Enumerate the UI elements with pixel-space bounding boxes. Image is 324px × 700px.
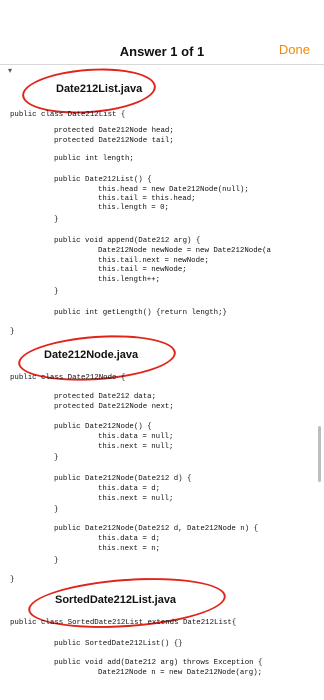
done-button[interactable]: Done bbox=[279, 42, 310, 57]
code-line: } bbox=[54, 454, 59, 462]
code-line: this.data = null; bbox=[98, 433, 174, 441]
code-line: public Date212Node(Date212 d, Date212Nod… bbox=[54, 525, 259, 533]
code-line: public int length; bbox=[54, 155, 134, 163]
code-line: this.tail = this.head; bbox=[98, 195, 196, 203]
code-line: public Date212Node(Date212 d) { bbox=[54, 475, 192, 483]
code-line: this.tail = newNode; bbox=[98, 266, 187, 274]
code-line: this.next = n; bbox=[98, 545, 161, 553]
modal-header: Answer 1 of 1 Done bbox=[0, 0, 324, 64]
code-line: this.length++; bbox=[98, 276, 161, 284]
answer-content: Date212List.java public class Date212Lis… bbox=[0, 64, 324, 700]
code-line: Date212Node n = new Date212Node(arg); bbox=[98, 669, 263, 677]
code-line: protected Date212Node tail; bbox=[54, 137, 174, 145]
code-line: public class SortedDate212List extends D… bbox=[10, 619, 237, 627]
code-line: protected Date212Node next; bbox=[54, 403, 174, 411]
code-line: public SortedDate212List() {} bbox=[54, 640, 183, 648]
code-line: this.data = d; bbox=[98, 485, 161, 493]
code-line: Date212Node newNode = new Date212Node(a bbox=[98, 247, 271, 255]
code-line: public void append(Date212 arg) { bbox=[54, 237, 201, 245]
code-line: this.length = 0; bbox=[98, 204, 169, 212]
code-line: public class Date212List { bbox=[10, 111, 126, 119]
file-name-heading: SortedDate212List.java bbox=[55, 594, 177, 606]
code-line: } bbox=[10, 328, 15, 336]
code-line: protected Date212 data; bbox=[54, 393, 157, 401]
code-line: public int getLength() {return length;} bbox=[54, 309, 227, 317]
code-line: } bbox=[54, 557, 59, 565]
code-line: } bbox=[10, 576, 15, 584]
code-line: this.head = new Date212Node(null); bbox=[98, 186, 249, 194]
scrollbar[interactable] bbox=[318, 426, 321, 482]
code-line: public void add(Date212 arg) throws Exce… bbox=[54, 659, 263, 667]
code-line: } bbox=[54, 216, 59, 224]
code-line: this.data = d; bbox=[98, 535, 161, 543]
code-line: } bbox=[54, 288, 59, 296]
code-line: } bbox=[54, 506, 59, 514]
file-name-heading: Date212Node.java bbox=[44, 349, 139, 361]
code-line: protected Date212Node head; bbox=[54, 127, 174, 135]
code-line: this.tail.next = newNode; bbox=[98, 257, 209, 265]
code-line: this.next = null; bbox=[98, 443, 174, 451]
code-line: public Date212Node() { bbox=[54, 423, 152, 431]
code-line: public class Date212Node { bbox=[10, 374, 126, 382]
code-line: this.next = null; bbox=[98, 495, 174, 503]
code-line: public Date212List() { bbox=[54, 176, 152, 184]
page-title: Answer 1 of 1 bbox=[119, 44, 205, 59]
file-name-heading: Date212List.java bbox=[56, 83, 143, 95]
